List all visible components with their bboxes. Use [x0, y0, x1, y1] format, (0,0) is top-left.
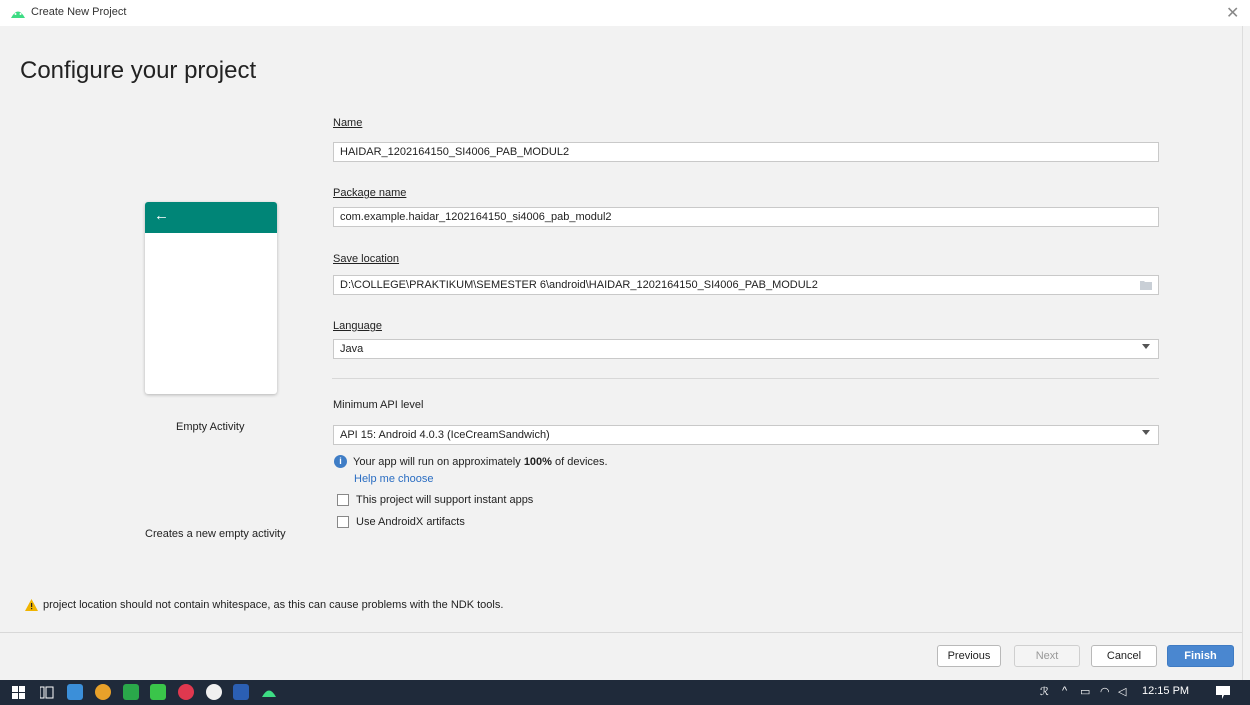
android-studio-taskbar-icon[interactable]	[261, 686, 277, 698]
template-name: Empty Activity	[176, 421, 245, 433]
instant-apps-checkbox[interactable]	[337, 494, 349, 506]
battery-icon[interactable]: ▭	[1080, 685, 1090, 698]
language-value: Java	[340, 343, 364, 355]
finish-button[interactable]: Finish	[1167, 645, 1234, 667]
save-location-label: Save location	[333, 253, 400, 265]
volume-icon[interactable]: ◁	[1118, 685, 1126, 698]
coverage-percent: 100%	[523, 456, 552, 468]
footer-divider	[0, 632, 1242, 633]
app-icon-green[interactable]	[123, 684, 139, 700]
background-window-edge	[1242, 26, 1250, 680]
title-bar: Create New Project ✕	[0, 0, 1250, 26]
android-studio-icon	[11, 11, 25, 18]
save-location-value: D:\COLLEGE\PRAKTIKUM\SEMESTER 6\android\…	[340, 279, 818, 291]
package-name-input[interactable]: com.example.haidar_1202164150_si4006_pab…	[333, 207, 1159, 227]
chevron-down-icon	[1142, 430, 1150, 435]
line-icon[interactable]	[150, 684, 166, 700]
package-name-label: Package name	[333, 187, 407, 199]
device-coverage-text: Your app will run on approximately 100% …	[353, 456, 608, 468]
instant-apps-label: This project will support instant apps	[356, 494, 534, 506]
folder-icon[interactable]	[1140, 280, 1152, 290]
notifications-icon[interactable]	[1216, 686, 1230, 699]
help-me-choose-link[interactable]: Help me choose	[354, 473, 434, 485]
min-api-label: Minimum API level	[333, 399, 424, 411]
chevron-up-icon[interactable]: ^	[1062, 685, 1067, 697]
chrome-icon[interactable]	[95, 684, 111, 700]
app-icon-red[interactable]	[178, 684, 194, 700]
windows-start-icon[interactable]	[12, 686, 25, 699]
divider	[332, 378, 1159, 379]
language-label: Language	[333, 320, 382, 332]
activity-preview: ←	[145, 202, 277, 394]
min-api-value: API 15: Android 4.0.3 (IceCreamSandwich)	[340, 429, 550, 441]
clock[interactable]: 12:15 PM	[1142, 685, 1189, 697]
windows-taskbar: ℛ ^ ▭ ◠ ◁ 12:15 PM	[0, 680, 1250, 705]
app-icon-white[interactable]	[206, 684, 222, 700]
coverage-prefix: Your app will run on approximately	[353, 456, 524, 468]
back-arrow-icon: ←	[154, 207, 169, 224]
people-icon[interactable]: ℛ	[1040, 685, 1049, 698]
preview-app-bar: ←	[145, 202, 277, 233]
next-button[interactable]: Next	[1014, 645, 1080, 667]
language-select[interactable]: Java	[333, 339, 1159, 359]
page-title: Configure your project	[20, 57, 257, 84]
word-icon[interactable]	[233, 684, 249, 700]
min-api-select[interactable]: API 15: Android 4.0.3 (IceCreamSandwich)	[333, 425, 1159, 445]
name-input[interactable]: HAIDAR_1202164150_SI4006_PAB_MODUL2	[333, 142, 1159, 162]
coverage-suffix: of devices.	[551, 456, 608, 468]
warning-message: project location should not contain whit…	[43, 599, 504, 611]
wifi-icon[interactable]: ◠	[1100, 685, 1110, 698]
previous-button[interactable]: Previous	[937, 645, 1001, 667]
save-location-input[interactable]: D:\COLLEGE\PRAKTIKUM\SEMESTER 6\android\…	[333, 275, 1159, 295]
androidx-label: Use AndroidX artifacts	[356, 516, 465, 528]
cancel-button[interactable]: Cancel	[1091, 645, 1157, 667]
chevron-down-icon	[1142, 344, 1150, 349]
close-icon[interactable]: ✕	[1226, 3, 1239, 23]
androidx-checkbox[interactable]	[337, 516, 349, 528]
info-icon: i	[334, 455, 347, 468]
warning-icon	[25, 599, 38, 611]
template-description: Creates a new empty activity	[145, 528, 286, 540]
task-view-icon[interactable]	[40, 686, 54, 699]
name-label: Name	[333, 117, 363, 129]
file-explorer-icon[interactable]	[67, 684, 83, 700]
window-title: Create New Project	[31, 6, 127, 18]
